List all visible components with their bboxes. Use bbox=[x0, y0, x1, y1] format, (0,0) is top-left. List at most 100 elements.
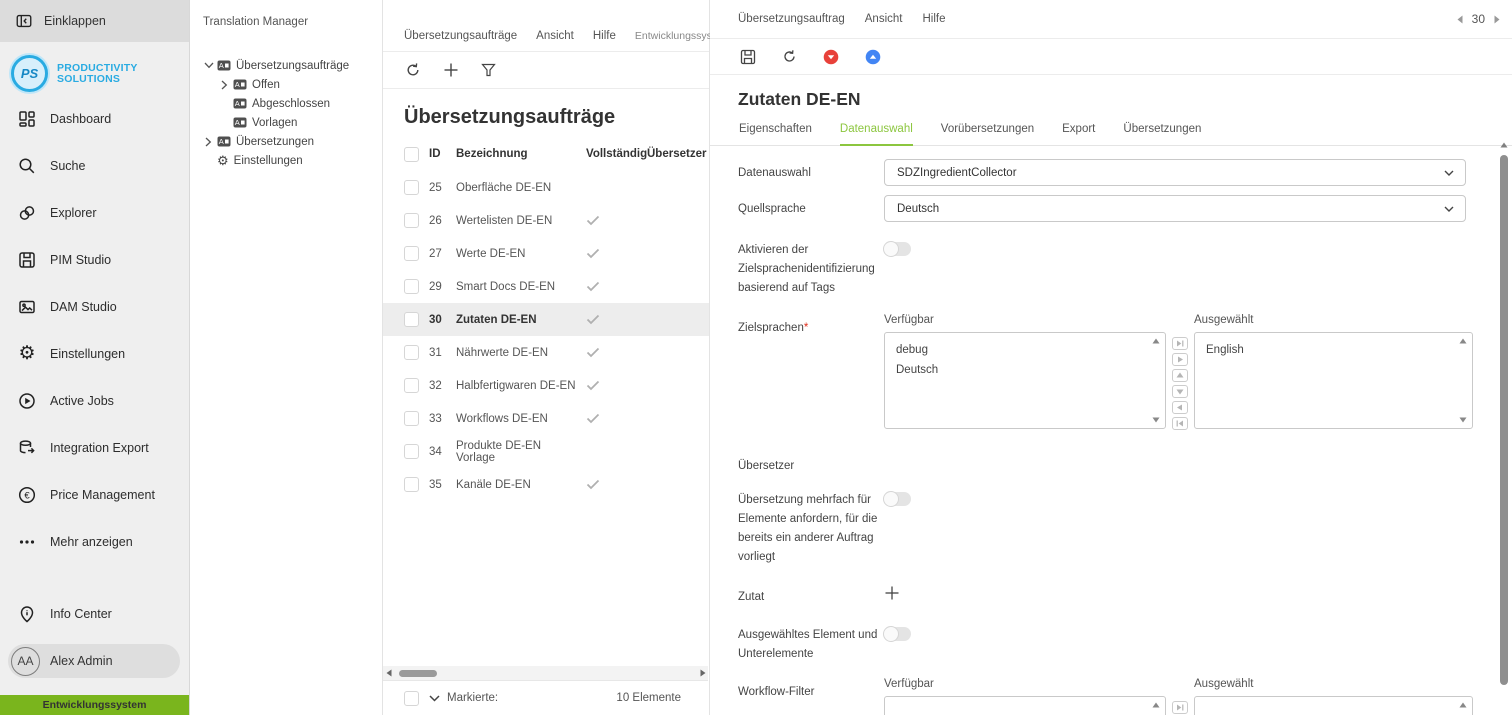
add-order-button[interactable] bbox=[443, 62, 459, 78]
check-in-button[interactable] bbox=[823, 49, 839, 65]
save-button[interactable] bbox=[740, 49, 756, 65]
scroll-up-arrow-icon[interactable] bbox=[1152, 702, 1160, 708]
move-all-right-button[interactable] bbox=[1172, 701, 1188, 714]
vertical-scrollbar[interactable] bbox=[1499, 142, 1509, 715]
row-checkbox[interactable] bbox=[404, 444, 419, 459]
tag-identification-toggle[interactable] bbox=[884, 242, 911, 256]
tree-item-einstellungen[interactable]: ⚙Einstellungen bbox=[190, 151, 382, 170]
column-header-vollstaendig[interactable]: Vollständig bbox=[577, 148, 647, 160]
row-checkbox[interactable] bbox=[404, 279, 419, 294]
tab-eigenschaften[interactable]: Eigenschaften bbox=[739, 123, 812, 146]
move-down-button[interactable] bbox=[1172, 385, 1188, 398]
horizontal-scrollbar[interactable] bbox=[383, 666, 708, 680]
zielsprachen-selected-list[interactable]: English bbox=[1194, 332, 1473, 429]
tab-datenauswahl[interactable]: Datenauswahl bbox=[840, 123, 913, 146]
chevron-down-icon[interactable] bbox=[202, 60, 215, 72]
unterelemente-toggle[interactable] bbox=[884, 627, 911, 641]
scroll-down-arrow-icon[interactable] bbox=[1459, 417, 1467, 423]
select-all-checkbox[interactable] bbox=[404, 691, 419, 706]
chevron-right-icon[interactable] bbox=[202, 136, 215, 148]
sidebar-item-integration-export[interactable]: Integration Export bbox=[0, 424, 189, 471]
sidebar-item-mehr-anzeigen[interactable]: Mehr anzeigen bbox=[0, 518, 189, 565]
datenauswahl-select[interactable]: SDZIngredientCollector bbox=[884, 159, 1466, 186]
column-header-bezeichnung[interactable]: Bezeichnung bbox=[456, 148, 577, 160]
sidebar-item-info-center[interactable]: Info Center bbox=[0, 600, 189, 628]
sidebar-item-dashboard[interactable]: Dashboard bbox=[0, 95, 189, 142]
row-checkbox[interactable] bbox=[404, 477, 419, 492]
filter-button[interactable] bbox=[481, 63, 496, 77]
list-option[interactable]: debug bbox=[896, 340, 1147, 360]
workflow-available-list[interactable] bbox=[884, 696, 1166, 715]
row-checkbox[interactable] bbox=[404, 213, 419, 228]
sidebar-item-dam-studio[interactable]: DAM Studio bbox=[0, 283, 189, 330]
sidebar-item-active-jobs[interactable]: Active Jobs bbox=[0, 377, 189, 424]
chevron-down-icon[interactable] bbox=[429, 695, 440, 702]
check-out-button[interactable] bbox=[865, 49, 881, 65]
scroll-up-arrow-icon[interactable] bbox=[1152, 338, 1160, 344]
mehrfach-toggle[interactable] bbox=[884, 492, 911, 506]
next-record-button[interactable] bbox=[1494, 15, 1500, 24]
collapse-sidebar-button[interactable]: Einklappen bbox=[0, 0, 189, 42]
table-row-33[interactable]: 33 Workflows DE-EN bbox=[383, 402, 709, 435]
row-checkbox[interactable] bbox=[404, 312, 419, 327]
menu-uebersetzungsauftraege[interactable]: Übersetzungsaufträge bbox=[404, 30, 517, 42]
menu-ansicht[interactable]: Ansicht bbox=[865, 13, 903, 25]
sidebar-item-einstellungen[interactable]: ⚙Einstellungen bbox=[0, 330, 189, 377]
reload-button[interactable] bbox=[782, 49, 797, 64]
table-row-32[interactable]: 32 Halbfertigwaren DE-EN bbox=[383, 369, 709, 402]
table-row-26[interactable]: 26 Wertelisten DE-EN bbox=[383, 204, 709, 237]
table-row-29[interactable]: 29 Smart Docs DE-EN bbox=[383, 270, 709, 303]
refresh-button[interactable] bbox=[405, 62, 421, 78]
scroll-left-arrow-icon[interactable] bbox=[383, 669, 394, 677]
table-row-25[interactable]: 25 Oberfläche DE-EN bbox=[383, 171, 709, 204]
chevron-right-icon[interactable] bbox=[218, 79, 231, 91]
add-zutat-button[interactable] bbox=[884, 585, 900, 601]
sidebar-item-pim-studio[interactable]: PIM Studio bbox=[0, 236, 189, 283]
tab-bersetzungen[interactable]: Übersetzungen bbox=[1123, 123, 1201, 146]
table-row-34[interactable]: 34 Produkte DE-EN Vorlage bbox=[383, 435, 709, 468]
list-option[interactable]: English bbox=[1206, 340, 1454, 360]
scroll-right-arrow-icon[interactable] bbox=[697, 669, 708, 677]
scrollbar-track[interactable] bbox=[394, 666, 697, 680]
scroll-up-arrow-icon[interactable] bbox=[1459, 338, 1467, 344]
sidebar-item-suche[interactable]: Suche bbox=[0, 142, 189, 189]
tree-item-bersetzungen[interactable]: AÜbersetzungen bbox=[190, 132, 382, 151]
move-left-button[interactable] bbox=[1172, 401, 1188, 414]
move-right-button[interactable] bbox=[1172, 353, 1188, 366]
list-option[interactable]: Deutsch bbox=[896, 360, 1147, 380]
menu-uebersetzungsauftrag[interactable]: Übersetzungsauftrag bbox=[738, 13, 845, 25]
table-row-35[interactable]: 35 Kanäle DE-EN bbox=[383, 468, 709, 501]
zielsprachen-available-list[interactable]: debugDeutsch bbox=[884, 332, 1166, 429]
quellsprache-select[interactable]: Deutsch bbox=[884, 195, 1466, 222]
row-checkbox[interactable] bbox=[404, 378, 419, 393]
tree-item-abgeschlossen[interactable]: AAbgeschlossen bbox=[190, 94, 382, 113]
scrollbar-thumb[interactable] bbox=[1500, 155, 1508, 685]
table-row-27[interactable]: 27 Werte DE-EN bbox=[383, 237, 709, 270]
scroll-down-arrow-icon[interactable] bbox=[1152, 417, 1160, 423]
scrollbar-thumb[interactable] bbox=[399, 670, 437, 677]
tree-item-bersetzungsauftr-ge[interactable]: AÜbersetzungsaufträge bbox=[190, 56, 382, 75]
column-header-uebersetzer[interactable]: Übersetzer bbox=[647, 148, 709, 160]
column-header-id[interactable]: ID bbox=[429, 148, 456, 160]
move-up-button[interactable] bbox=[1172, 369, 1188, 382]
scroll-up-arrow-icon[interactable] bbox=[1499, 142, 1509, 148]
row-checkbox[interactable] bbox=[404, 345, 419, 360]
tree-item-offen[interactable]: AOffen bbox=[190, 75, 382, 94]
table-row-30[interactable]: 30 Zutaten DE-EN bbox=[383, 303, 709, 336]
row-checkbox[interactable] bbox=[404, 180, 419, 195]
previous-record-button[interactable] bbox=[1457, 15, 1463, 24]
tab-vor-bersetzungen[interactable]: Vorübersetzungen bbox=[941, 123, 1034, 146]
row-checkbox[interactable] bbox=[404, 246, 419, 261]
row-checkbox[interactable] bbox=[404, 411, 419, 426]
tab-export[interactable]: Export bbox=[1062, 123, 1095, 146]
tree-item-vorlagen[interactable]: AVorlagen bbox=[190, 113, 382, 132]
scroll-up-arrow-icon[interactable] bbox=[1459, 702, 1467, 708]
sidebar-item-price-management[interactable]: €Price Management bbox=[0, 471, 189, 518]
move-all-right-button[interactable] bbox=[1172, 337, 1188, 350]
menu-hilfe[interactable]: Hilfe bbox=[922, 13, 945, 25]
sidebar-item-explorer[interactable]: Explorer bbox=[0, 189, 189, 236]
workflow-selected-list[interactable] bbox=[1194, 696, 1473, 715]
menu-ansicht[interactable]: Ansicht bbox=[536, 30, 574, 42]
table-row-31[interactable]: 31 Nährwerte DE-EN bbox=[383, 336, 709, 369]
menu-hilfe[interactable]: Hilfe bbox=[593, 30, 616, 42]
